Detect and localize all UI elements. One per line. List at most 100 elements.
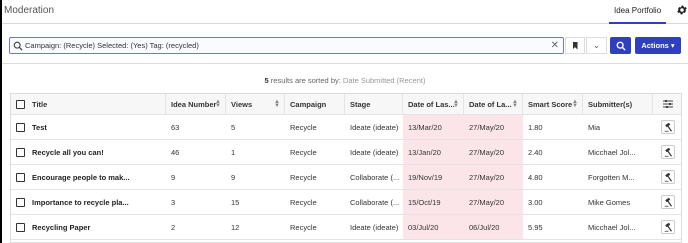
moderate-action-button[interactable] xyxy=(661,170,675,184)
sort-key[interactable]: Date Submitted (Recent) xyxy=(343,76,426,85)
views: 12 xyxy=(231,222,240,232)
smart-score: 2.40 xyxy=(528,147,543,157)
header-submitters[interactable]: Submitter(s) xyxy=(583,94,653,114)
table-row[interactable]: Test 63 5 Recycle Ideate (ideate) 13/Mar… xyxy=(11,115,681,140)
idea-number: 2 xyxy=(171,222,176,232)
campaign: Recycle xyxy=(290,222,317,232)
row-checkbox[interactable] xyxy=(16,222,25,232)
date-of-last-1: 03/Jul/20 xyxy=(403,215,464,239)
smart-score: 4.80 xyxy=(528,172,543,182)
table-row[interactable]: Recycling Paper 2 12 Recycle Ideate (ide… xyxy=(11,215,681,240)
row-checkbox[interactable] xyxy=(16,172,25,182)
views: 1 xyxy=(231,147,236,157)
date-of-last-2: 06/Jul/20 xyxy=(464,215,523,239)
idea-title[interactable]: Test xyxy=(32,123,47,132)
submitter: Mia xyxy=(588,122,601,132)
header-stage[interactable]: Stage xyxy=(345,94,403,114)
table-header: Title Idea Number ▲ ▼ Views ▲ ▼ Campaign Sta… xyxy=(11,94,681,115)
hammer-icon xyxy=(664,172,672,182)
select-all-checkbox[interactable] xyxy=(16,99,25,109)
column-settings-icon xyxy=(663,100,673,108)
date-of-last-1: 13/Mar/20 xyxy=(403,115,464,139)
smart-score: 5.95 xyxy=(528,222,543,232)
row-checkbox[interactable] xyxy=(16,147,25,157)
moderate-action-button[interactable] xyxy=(661,145,675,159)
stage: Collaborate (... xyxy=(350,172,400,182)
views: 9 xyxy=(231,172,236,182)
hammer-icon xyxy=(664,122,672,132)
submitter: Micchael Jol... xyxy=(588,222,636,232)
search-toolbar: Campaign: (Recycle) Selected: (Yes) Tag:… xyxy=(2,34,688,58)
table-row[interactable]: Importance to recycle pla... 3 15 Recycl… xyxy=(11,190,681,215)
moderate-action-button[interactable] xyxy=(661,220,675,234)
actions-button[interactable]: Actions ▾ xyxy=(635,37,681,54)
idea-title[interactable]: Encourage people to mak... xyxy=(32,173,130,182)
table-row[interactable]: Recycle all you can! 46 1 Recycle Ideate… xyxy=(11,140,681,165)
date-of-last-1: 13/Jan/20 xyxy=(403,140,464,164)
moderate-action-button[interactable] xyxy=(661,120,675,134)
sort-icon: ▲ ▼ xyxy=(453,99,459,109)
date-of-last-2: 27/May/20 xyxy=(464,190,523,214)
idea-title[interactable]: Recycling Paper xyxy=(32,223,90,232)
idea-number: 9 xyxy=(171,172,176,182)
divider xyxy=(2,63,688,64)
stage: Ideate (ideate) xyxy=(350,122,399,132)
gear-icon[interactable] xyxy=(676,4,688,16)
hammer-icon xyxy=(664,197,672,207)
submitter: Micchael Jol... xyxy=(588,147,636,157)
hammer-icon xyxy=(664,222,672,232)
idea-title[interactable]: Recycle all you can! xyxy=(32,148,104,157)
search-input[interactable]: Campaign: (Recycle) Selected: (Yes) Tag:… xyxy=(9,37,564,54)
search-button[interactable] xyxy=(610,37,631,54)
stage: Collaborate (... xyxy=(350,197,400,207)
campaign: Recycle xyxy=(290,147,317,157)
campaign: Recycle xyxy=(290,197,317,207)
sort-icon: ▲ ▼ xyxy=(274,99,280,109)
idea-number: 46 xyxy=(171,147,180,157)
smart-score: 3.00 xyxy=(528,197,543,207)
header-smart-score[interactable]: Smart Score ▲ ▼ xyxy=(523,94,583,114)
sort-icon: ▲ ▼ xyxy=(512,99,518,109)
hammer-icon xyxy=(664,147,672,157)
bookmark-button[interactable] xyxy=(565,37,585,54)
row-checkbox[interactable] xyxy=(16,197,25,207)
chevron-down-button[interactable]: ⌄ xyxy=(586,37,607,54)
idea-number: 63 xyxy=(171,122,180,132)
search-icon xyxy=(616,41,626,51)
campaign: Recycle xyxy=(290,172,317,182)
smart-score: 1.80 xyxy=(528,122,543,132)
header-title[interactable]: Title xyxy=(11,94,166,114)
row-checkbox[interactable] xyxy=(16,122,25,132)
submitter: Mike Gomes xyxy=(588,197,631,207)
page-title: Moderation xyxy=(4,5,55,16)
results-text: results are sorted by: xyxy=(268,76,343,85)
idea-number: 3 xyxy=(171,197,176,207)
date-of-last-2: 27/May/20 xyxy=(464,115,523,139)
moderation-window: Moderation Idea Portfolio Campaign: (Rec… xyxy=(0,0,688,243)
ideas-table: Title Idea Number ▲ ▼ Views ▲ ▼ Campaign Sta… xyxy=(10,93,682,243)
stage: Ideate (ideate) xyxy=(350,222,399,232)
header-idea-number[interactable]: Idea Number ▲ ▼ xyxy=(166,94,226,114)
stage: Ideate (ideate) xyxy=(350,147,399,157)
moderate-action-button[interactable] xyxy=(661,195,675,209)
top-bar: Moderation Idea Portfolio xyxy=(2,0,688,24)
date-of-last-2: 27/May/20 xyxy=(464,140,523,164)
header-date-of-last-1[interactable]: Date of Las... ▲ ▼ xyxy=(403,94,464,114)
tab-idea-portfolio[interactable]: Idea Portfolio xyxy=(609,0,667,24)
header-views[interactable]: Views ▲ ▼ xyxy=(226,94,285,114)
header-date-of-last-2[interactable]: Date of La... ▲ ▼ xyxy=(464,94,523,114)
clear-icon[interactable]: ✕ xyxy=(551,40,559,52)
views: 5 xyxy=(231,122,236,132)
search-query-text: Campaign: (Recycle) Selected: (Yes) Tag:… xyxy=(25,41,199,50)
sort-icon: ▲ ▼ xyxy=(215,99,221,109)
column-settings-button[interactable] xyxy=(653,94,681,114)
date-of-last-1: 19/Nov/19 xyxy=(403,165,464,189)
date-of-last-2: 27/May/20 xyxy=(464,165,523,189)
header-campaign[interactable]: Campaign xyxy=(285,94,345,114)
date-of-last-1: 15/Oct/19 xyxy=(403,190,464,214)
sort-icon: ▲ ▼ xyxy=(572,99,578,109)
views: 15 xyxy=(231,197,240,207)
campaign: Recycle xyxy=(290,122,317,132)
table-row[interactable]: Encourage people to mak... 9 9 Recycle C… xyxy=(11,165,681,190)
idea-title[interactable]: Importance to recycle pla... xyxy=(32,198,129,207)
